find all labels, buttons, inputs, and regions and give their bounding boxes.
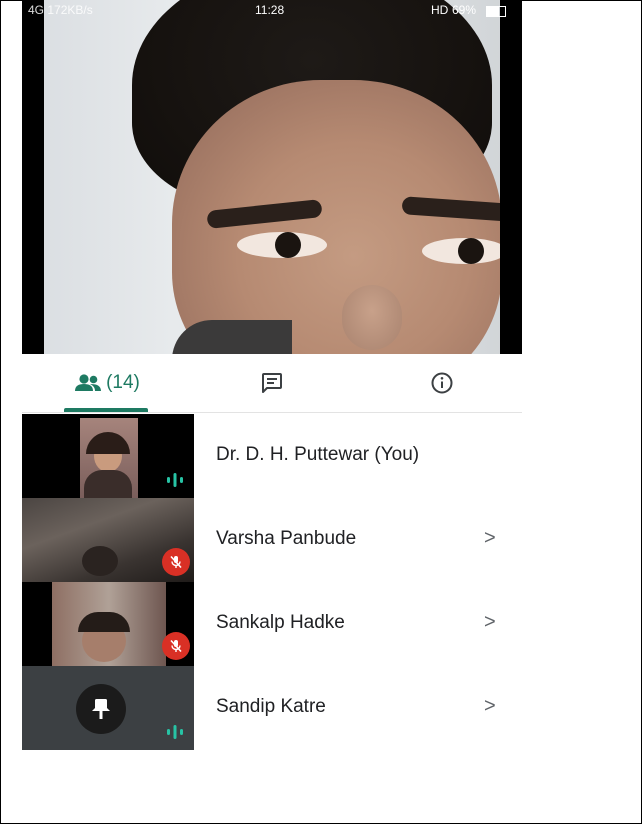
clock: 11:28 [255,3,285,17]
battery-percent: 69% [452,3,477,17]
people-icon [75,374,102,391]
mic-off-icon [170,639,182,653]
mic-off-badge [162,632,190,660]
chevron-right-icon[interactable]: > [484,611,496,634]
people-count: (14) [106,372,140,393]
status-bar: 4G 172KB/s 11:28 HD 69% [22,0,522,22]
video-letterbox-left [22,0,44,354]
pin-button[interactable] [76,684,126,734]
participant-name: Dr. D. H. Puttewar (You) [216,444,420,465]
participant-row[interactable]: Dr. D. H. Puttewar (You) [22,414,522,498]
participant-thumbnail [22,498,194,582]
tab-people[interactable]: (14) [62,354,152,412]
participant-thumbnail [22,666,194,750]
meet-screen: 4G 172KB/s 11:28 HD 69% (14) Dr. D. H. P… [22,0,522,760]
tab-chat[interactable] [247,354,297,412]
pin-icon [92,699,110,719]
video-right-eye [422,238,507,264]
participant-thumbnail [22,582,194,666]
tab-bar: (14) [22,354,522,413]
battery-icon [486,6,506,17]
participant-thumbnail [22,414,194,498]
video-letterbox-right [500,0,522,354]
video-nose [342,285,402,350]
mic-off-badge [162,548,190,576]
mic-off-icon [170,555,182,569]
participant-row[interactable]: Varsha Panbude > [22,498,522,582]
participant-name: Varsha Panbude [216,528,357,549]
participant-row[interactable]: Sandip Katre > [22,666,522,750]
main-video-tile[interactable]: 4G 172KB/s 11:28 HD 69% [22,0,522,354]
hd-badge: HD [431,3,449,17]
info-icon [431,372,453,394]
network-speed: 4G 172KB/s [28,3,93,17]
participant-name: Sankalp Hadke [216,612,345,633]
chat-icon [262,373,282,393]
chevron-right-icon[interactable]: > [484,695,496,718]
speaking-indicator-icon [167,725,183,739]
video-shoulder [172,320,292,354]
video-left-eye [237,232,327,258]
chevron-right-icon[interactable]: > [484,527,496,550]
active-tab-indicator [64,408,148,412]
tab-info[interactable] [417,354,467,412]
speaking-indicator-icon [167,473,183,487]
participant-row[interactable]: Sankalp Hadke > [22,582,522,666]
participant-name: Sandip Katre [216,696,326,717]
